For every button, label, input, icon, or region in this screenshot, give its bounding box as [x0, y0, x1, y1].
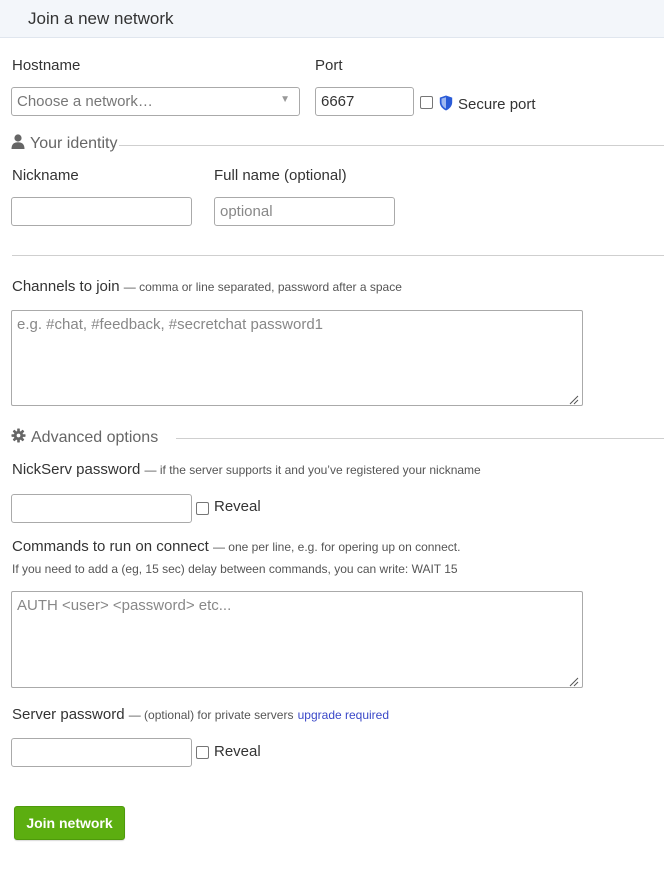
commands-label: Commands to run on connect — [12, 538, 209, 555]
port-input[interactable] — [315, 87, 414, 116]
identity-legend: Your identity — [11, 134, 120, 154]
nickserv-reveal-checkbox[interactable] — [196, 502, 209, 515]
nickserv-label: NickServ password — [12, 461, 141, 478]
channels-label-row: Channels to join — comma or line separat… — [12, 278, 402, 295]
nickname-input[interactable] — [11, 197, 192, 226]
gear-icon — [11, 428, 26, 448]
shield-icon — [439, 95, 453, 111]
hostname-select[interactable]: Choose a network… ▼ — [11, 87, 300, 116]
channels-textarea[interactable] — [11, 310, 583, 406]
user-icon — [11, 134, 25, 154]
nickserv-label-row: NickServ password — if the server suppor… — [12, 461, 481, 478]
hostname-select-value: Choose a network… — [17, 93, 153, 110]
nickserv-password-input[interactable] — [11, 494, 192, 523]
commands-hint: — one per line, e.g. for opering up on c… — [212, 540, 461, 554]
secure-port-checkbox[interactable] — [420, 96, 433, 109]
server-password-hint: — (optional) for private servers — [128, 708, 294, 722]
hostname-label: Hostname — [12, 57, 81, 74]
nickserv-reveal-label: Reveal — [214, 498, 261, 515]
commands-textarea[interactable] — [11, 591, 583, 688]
fullname-input[interactable] — [214, 197, 395, 226]
upgrade-required-link[interactable]: upgrade required — [298, 708, 389, 722]
port-label: Port — [315, 57, 343, 74]
page-title: Join a new network — [28, 9, 174, 28]
commands-label-row: Commands to run on connect — one per lin… — [12, 538, 460, 555]
channels-label: Channels to join — [12, 278, 120, 295]
resize-grip-icon[interactable] — [569, 674, 579, 687]
page-header: Join a new network — [0, 0, 664, 38]
secure-port-label: Secure port — [458, 96, 536, 113]
identity-legend-text: Your identity — [30, 135, 118, 152]
server-password-input[interactable] — [11, 738, 192, 767]
chevron-down-icon: ▼ — [280, 94, 290, 105]
server-password-reveal-checkbox[interactable] — [196, 746, 209, 759]
resize-grip-icon[interactable] — [569, 392, 579, 405]
server-password-reveal-label: Reveal — [214, 743, 261, 760]
advanced-legend-text: Advanced options — [31, 429, 159, 446]
commands-note: If you need to add a (eg, 15 sec) delay … — [12, 562, 458, 576]
server-password-label: Server password — [12, 706, 125, 723]
server-password-label-row: Server password — (optional) for private… — [12, 706, 389, 723]
advanced-legend[interactable]: Advanced options — [11, 428, 161, 448]
nickserv-hint: — if the server supports it and you’ve r… — [144, 463, 481, 477]
advanced-divider — [176, 438, 664, 439]
join-network-button[interactable]: Join network — [14, 806, 125, 840]
channels-hint: — comma or line separated, password afte… — [123, 280, 402, 294]
fullname-label: Full name (optional) — [214, 167, 347, 184]
section-divider — [12, 255, 664, 256]
nickname-label: Nickname — [12, 167, 79, 184]
